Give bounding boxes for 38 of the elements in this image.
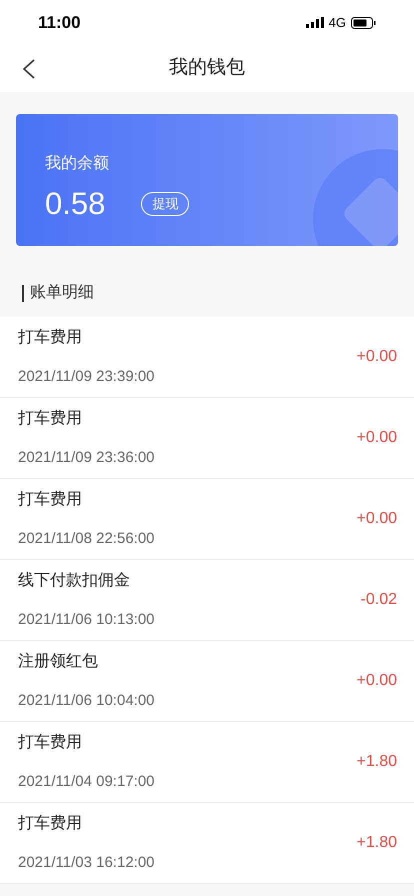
transaction-title: 打车费用 xyxy=(18,732,83,753)
transaction-title: 注册领红包 xyxy=(18,652,99,672)
withdraw-button[interactable]: 提现 xyxy=(141,192,190,216)
status-time: 11:00 xyxy=(38,12,81,34)
transaction-time: 2021/11/08 22:56:00 xyxy=(18,528,155,549)
transaction-time: 2021/11/04 09:17:00 xyxy=(18,772,155,792)
transaction-amount: -0.02 xyxy=(360,590,397,610)
transaction-row[interactable]: 线下付款扣佣金 2021/11/06 10:13:00 -0.02 xyxy=(0,560,414,641)
transaction-amount: +1.80 xyxy=(356,833,397,853)
transaction-row[interactable]: 打车费用 2021/11/04 09:17:00 +1.80 xyxy=(0,722,414,803)
balance-amount: 0.58 xyxy=(45,188,106,219)
transaction-time: 2021/11/06 10:13:00 xyxy=(18,610,155,630)
transaction-title: 打车费用 xyxy=(18,490,83,510)
transaction-title: 打车费用 xyxy=(18,408,83,429)
transaction-row[interactable]: 打车费用 2021/11/03 16:12:00 +1.80 xyxy=(0,803,414,884)
transaction-title: 线下付款扣佣金 xyxy=(18,570,131,591)
transaction-title: 打车费用 xyxy=(18,814,83,834)
transaction-time: 2021/11/09 23:36:00 xyxy=(18,448,155,468)
transaction-title: 打车费用 xyxy=(18,328,83,348)
transaction-row[interactable]: 打车费用 2021/11/08 22:56:00 +0.00 xyxy=(0,479,414,560)
transaction-row[interactable]: 注册领红包 2021/11/06 10:04:00 +0.00 xyxy=(0,641,414,722)
transaction-amount: +1.80 xyxy=(356,752,397,772)
transaction-time: 2021/11/03 16:12:00 xyxy=(18,852,155,873)
transaction-amount: +0.00 xyxy=(356,509,397,529)
back-icon xyxy=(22,59,36,79)
transaction-amount: +0.00 xyxy=(356,347,397,367)
battery-icon xyxy=(351,16,376,28)
network-type: 4G xyxy=(328,14,346,32)
transaction-amount: +0.00 xyxy=(356,671,397,691)
transaction-row[interactable]: 打车费用 2021/11/09 23:36:00 +0.00 xyxy=(0,398,414,479)
transaction-time: 2021/11/06 10:04:00 xyxy=(18,690,155,711)
transaction-row[interactable]: 打车费用 2021/11/09 23:39:00 +0.00 xyxy=(0,317,414,398)
transaction-amount: +0.00 xyxy=(356,428,397,448)
page-title: 我的钱包 xyxy=(169,56,245,80)
section-title: 账单明细 xyxy=(30,283,94,303)
signal-icon xyxy=(306,17,324,28)
balance-label: 我的余额 xyxy=(45,154,110,174)
transaction-time: 2021/11/09 23:39:00 xyxy=(18,366,155,387)
